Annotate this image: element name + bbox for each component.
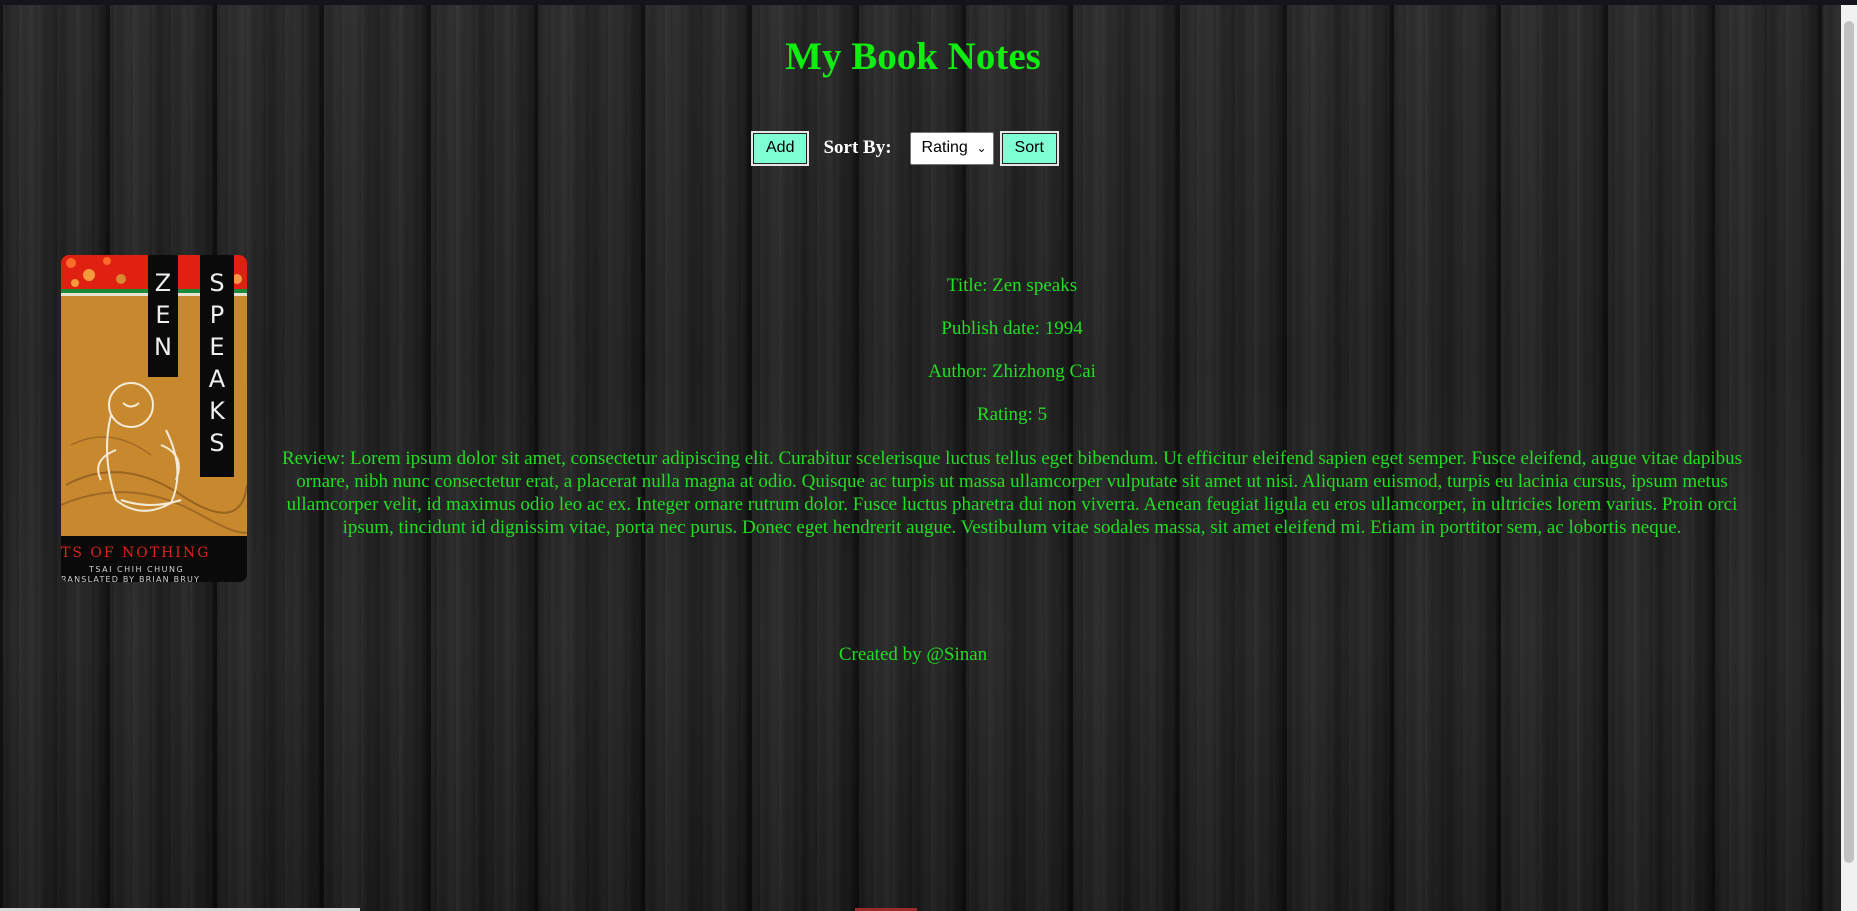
sort-select-value: Rating — [921, 139, 968, 156]
svg-text:E: E — [209, 333, 224, 361]
sort-button[interactable]: Sort — [999, 130, 1059, 166]
book-author: Author: Zhizhong Cai — [928, 361, 1096, 382]
svg-text:Z: Z — [155, 269, 171, 297]
svg-text:K: K — [209, 397, 226, 425]
toolbar: Add Sort By: Rating ⌄ Sort — [751, 130, 1059, 166]
svg-text:A: A — [209, 365, 226, 393]
page-title: My Book Notes — [785, 35, 1041, 78]
vertical-scrollbar[interactable] — [1841, 5, 1857, 911]
svg-text:P: P — [210, 301, 224, 329]
sort-select[interactable]: Rating ⌄ — [909, 131, 994, 165]
book-review: Review: Lorem ipsum dolor sit amet, cons… — [281, 448, 1743, 538]
scrollbar-thumb[interactable] — [1844, 21, 1854, 863]
book-details: Title: Zen speaks Publish date: 1994 Aut… — [262, 275, 1762, 561]
svg-text:E: E — [155, 301, 170, 329]
svg-text:TS OF NOTHING: TS OF NOTHING — [61, 545, 210, 561]
svg-text:RANSLATED BY BRIAN BRUY: RANSLATED BY BRIAN BRUY — [61, 575, 200, 582]
svg-text:S: S — [209, 269, 224, 297]
book-rating: Rating: 5 — [976, 404, 1048, 425]
book-title: Title: Zen speaks — [946, 275, 1078, 296]
add-button[interactable]: Add — [751, 130, 810, 166]
book-publish-date: Publish date: 1994 — [941, 318, 1083, 339]
svg-text:TSAI CHIH CHUNG: TSAI CHIH CHUNG — [88, 565, 184, 574]
browser-top-bar — [0, 0, 1857, 5]
footer-credit: Created by @Sinan — [838, 644, 988, 665]
svg-text:N: N — [154, 333, 172, 361]
book-cover-image: Z E N S P E A K S TS OF NOTHING TSAI CHI… — [61, 255, 247, 582]
chevron-down-icon: ⌄ — [976, 141, 987, 155]
svg-text:S: S — [209, 429, 224, 457]
sort-by-label: Sort By: — [823, 137, 892, 158]
